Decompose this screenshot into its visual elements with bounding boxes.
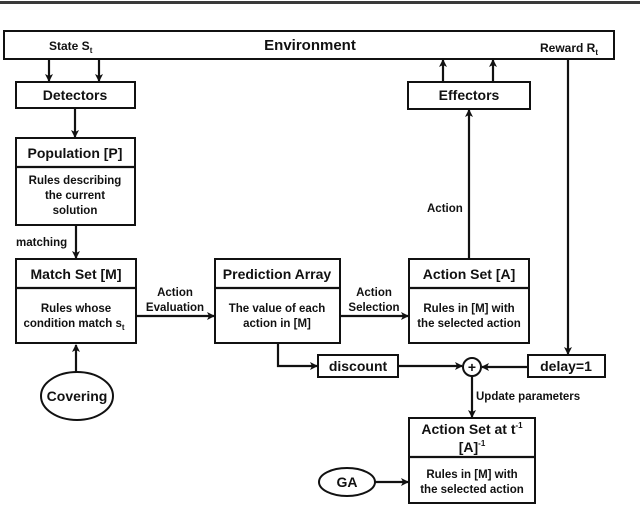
delay-label: delay=1	[540, 358, 592, 374]
prediction-array-body-1: The value of each	[229, 303, 326, 315]
match-set-box: Match Set [M] Rules whose condition matc…	[15, 258, 137, 344]
covering-node: Covering	[40, 371, 114, 421]
action-label: Action	[427, 203, 463, 215]
detectors-title: Detectors	[43, 87, 108, 103]
ga-node: GA	[318, 467, 376, 497]
matching-label: matching	[16, 237, 67, 249]
action-set-box: Action Set [A] Rules in [M] with the sel…	[408, 258, 530, 344]
plus-icon: +	[468, 359, 476, 375]
prediction-array-body-2: action in [M]	[243, 318, 311, 330]
reward-label: Reward Rt	[540, 41, 598, 57]
population-body-1: Rules describing	[29, 175, 122, 187]
action-evaluation-label-1: Action	[157, 287, 193, 299]
update-parameters-label: Update parameters	[476, 391, 580, 403]
prev-action-set-title-1: Action Set at t-1	[421, 421, 523, 437]
delay-box: delay=1	[527, 354, 606, 378]
sum-node: +	[462, 357, 482, 377]
prediction-to-discount-arrow	[276, 343, 318, 370]
action-selection-label-1: Action	[356, 287, 392, 299]
prediction-array-title: Prediction Array	[223, 266, 332, 282]
environment-box: State St Environment Reward Rt	[3, 30, 615, 60]
action-set-body-1: Rules in [M] with	[423, 303, 514, 315]
match-set-body-2: condition match st	[23, 318, 124, 332]
population-body-3: solution	[53, 205, 98, 217]
covering-label: Covering	[47, 388, 108, 404]
population-title: Population [P]	[28, 145, 123, 161]
population-box: Population [P] Rules describing the curr…	[15, 137, 136, 226]
effectors-box: Effectors	[407, 81, 531, 110]
action-set-body-2: the selected action	[417, 318, 521, 330]
environment-title: Environment	[264, 37, 356, 54]
effectors-title: Effectors	[439, 87, 500, 103]
discount-box: discount	[317, 354, 399, 378]
action-evaluation-label-2: Evaluation	[146, 302, 204, 314]
ga-label: GA	[337, 474, 358, 490]
discount-label: discount	[329, 358, 388, 374]
action-set-title: Action Set [A]	[423, 266, 516, 282]
prediction-array-box: Prediction Array The value of each actio…	[214, 258, 341, 344]
match-set-title: Match Set [M]	[31, 266, 122, 282]
population-body-2: the current	[45, 190, 105, 202]
action-selection-label-2: Selection	[348, 302, 399, 314]
state-label: State St	[49, 39, 93, 55]
prev-action-set-body-2: the selected action	[420, 484, 524, 496]
detectors-box: Detectors	[15, 81, 136, 109]
prev-action-set-body-1: Rules in [M] with	[426, 469, 517, 481]
prev-action-set-box: Action Set at t-1 [A]-1 Rules in [M] wit…	[408, 417, 536, 504]
match-set-body-1: Rules whose	[41, 303, 111, 315]
xcs-diagram: State St Environment Reward Rt Detectors…	[3, 30, 615, 504]
